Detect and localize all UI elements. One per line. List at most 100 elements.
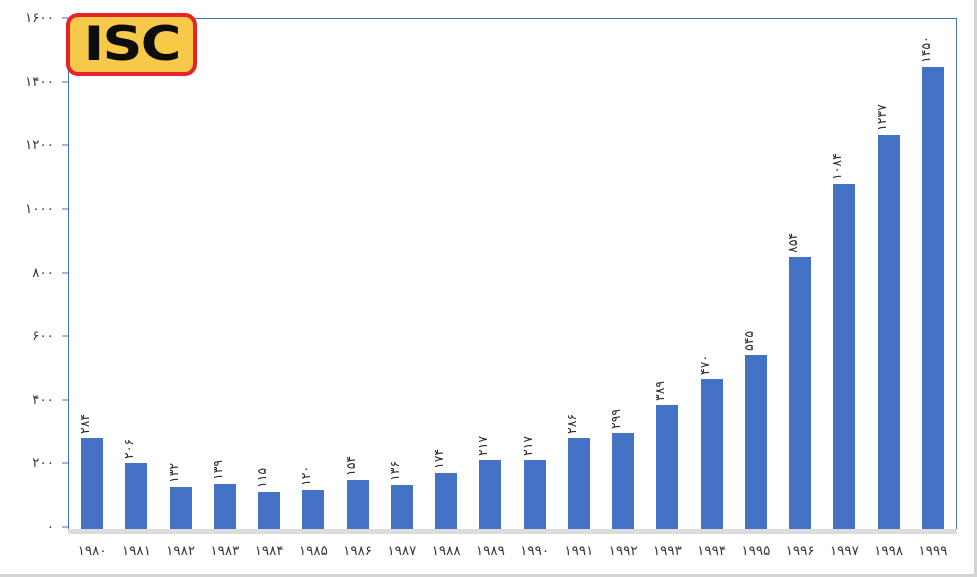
- bar-value-label: ۴۷۰: [696, 354, 712, 376]
- bar[interactable]: ۸۵۴: [785, 233, 812, 529]
- bar[interactable]: ۲۸۴: [77, 414, 104, 529]
- bar-value-label: ۱۳۹: [209, 460, 225, 481]
- x-axis-tick-label: ۱۹۸۳: [210, 543, 240, 559]
- x-axis-tick-label: ۱۹۸۲: [166, 543, 196, 559]
- x-axis-tick-label: ۱۹۹۱: [564, 543, 594, 559]
- bar-slot: ۱۴۵۰: [911, 20, 955, 529]
- x-axis-tick-label: ۱۹۸۵: [298, 543, 328, 559]
- x-axis-tick-label: ۱۹۹۹: [918, 543, 948, 559]
- y-axis-tick-label: ۶۰۰: [32, 328, 54, 345]
- bar-value-label: ۲۱۷: [475, 435, 491, 456]
- bar[interactable]: ۱۲۳۷: [874, 104, 900, 529]
- bar[interactable]: ۱۳۲: [166, 462, 192, 529]
- x-axis-slot: ۱۹۸۰: [70, 536, 114, 559]
- x-axis-tick-label: ۱۹۹۴: [697, 543, 727, 559]
- y-axis-tick-label: ۰: [46, 519, 54, 535]
- bar-value-label: ۱۴۵۰: [917, 36, 933, 64]
- bar-value-label: ۱۲۰: [298, 466, 314, 487]
- bar[interactable]: ۱۲۰: [298, 466, 325, 529]
- bar-slot: ۱۳۲: [159, 20, 203, 529]
- bar-value-label: ۱۷۴: [431, 449, 447, 470]
- bar[interactable]: ۲۰۶: [121, 439, 148, 529]
- x-axis-tick-label: ۱۹۸۱: [121, 543, 151, 559]
- bar-value-label: ۱۱۵: [254, 467, 270, 489]
- bar[interactable]: ۳۸۹: [652, 381, 679, 529]
- bar-slot: ۱۲۳۷: [867, 20, 911, 529]
- bar-value-label: ۱۰۸۴: [829, 152, 845, 180]
- bar-value-label: ۲۸۶: [563, 413, 579, 434]
- bar[interactable]: ۲۱۷: [520, 435, 546, 529]
- x-axis-tick-label: ۱۹۸۰: [77, 543, 107, 559]
- y-axis-tick-label: ۱۲۰۰: [24, 137, 54, 154]
- y-axis-tick-label: ۸۰۰: [32, 264, 54, 281]
- bar[interactable]: ۱۰۸۴: [829, 153, 856, 529]
- isc-logo-text: ISC: [83, 17, 182, 72]
- bar-slot: ۵۴۵: [734, 20, 778, 529]
- bar[interactable]: ۱۵۴: [343, 455, 369, 529]
- axis-baseline-shadow: [68, 529, 957, 534]
- isc-logo: ISC: [66, 13, 197, 76]
- bar[interactable]: ۲۸۶: [564, 413, 590, 529]
- x-axis-slot: ۱۹۹۲: [601, 536, 645, 559]
- y-axis-tick-label: ۴۰۰: [32, 391, 54, 408]
- bar-value-label: ۲۸۴: [77, 414, 93, 435]
- x-axis-tick-label: ۱۹۹۶: [785, 543, 815, 559]
- x-axis-slot: ۱۹۹۶: [778, 536, 822, 559]
- x-axis-tick-label: ۱۹۹۷: [829, 543, 859, 559]
- bar-slot: ۱۱۵: [247, 20, 291, 529]
- bar-value-label: ۱۳۶: [386, 461, 402, 482]
- bar[interactable]: ۲۱۷: [475, 435, 502, 529]
- x-axis-tick-label: ۱۹۸۶: [343, 543, 373, 559]
- x-axis-slot: ۱۹۹۸: [867, 536, 911, 559]
- y-axis-tick-label: ۲۰۰: [32, 455, 54, 472]
- bar[interactable]: ۲۹۹: [608, 409, 635, 529]
- x-axis-slot: ۱۹۹۰: [513, 536, 557, 559]
- x-axis-slot: ۱۹۸۴: [247, 536, 291, 559]
- bar-value-label: ۲۱۷: [519, 435, 535, 456]
- x-axis-tick-label: ۱۹۹۰: [520, 543, 550, 559]
- x-axis-slot: ۱۹۸۸: [424, 536, 468, 559]
- bar-slot: ۲۸۴: [70, 20, 114, 529]
- x-axis-tick-label: ۱۹۹۵: [741, 543, 771, 559]
- x-axis-slot: ۱۹۹۹: [911, 536, 955, 559]
- bar[interactable]: ۱۴۵۰: [918, 36, 944, 529]
- bar-slot: ۲۹۹: [601, 20, 645, 529]
- bar-value-label: ۱۳۲: [165, 462, 181, 483]
- x-axis-slot: ۱۹۸۱: [114, 536, 158, 559]
- y-axis: ۱۶۰۰ ۱۴۰۰ ۱۲۰۰ ۱۰۰۰ ۸۰۰ ۶۰۰ ۴۰۰ ۲۰۰ ۰: [0, 10, 68, 535]
- x-axis-slot: ۱۹۹۱: [557, 536, 601, 559]
- bar[interactable]: ۱۳۶: [387, 461, 413, 529]
- bar-slot: ۱۳۹: [203, 20, 247, 529]
- x-axis-tick-label: ۱۹۹۳: [652, 543, 682, 559]
- bar-slot: ۱۳۶: [380, 20, 424, 529]
- bar[interactable]: ۴۷۰: [697, 355, 723, 529]
- bar-value-label: ۱۲۳۷: [873, 104, 889, 132]
- bar-value-label: ۱۵۴: [342, 455, 358, 476]
- x-axis-tick-label: ۱۹۸۷: [387, 543, 417, 559]
- bar[interactable]: ۱۳۹: [210, 460, 236, 529]
- bar-slot: ۱۰۸۴: [822, 20, 866, 529]
- bar[interactable]: ۱۷۴: [431, 449, 458, 529]
- x-axis-tick-label: ۱۹۹۸: [874, 543, 904, 559]
- bar[interactable]: ۵۴۵: [741, 331, 767, 529]
- bar-slot: ۱۵۴: [336, 20, 380, 529]
- y-axis-tick-label: ۱۶۰۰: [24, 10, 54, 26]
- bar-slot: ۳۸۹: [645, 20, 689, 529]
- x-axis-slot: ۱۹۹۳: [645, 536, 689, 559]
- x-axis: ۱۹۸۰ ۱۹۸۱ ۱۹۸۲ ۱۹۸۳ ۱۹۸۴ ۱۹۸۵ ۱۹۸۶ ۱۹۸۷ ۱۹۸۸ ۱۹۸۹…: [70, 536, 955, 577]
- bar[interactable]: ۱۱۵: [254, 468, 281, 529]
- bar-slot: ۸۵۴: [778, 20, 822, 529]
- x-axis-slot: ۱۹۹۴: [690, 536, 734, 559]
- x-axis-slot: ۱۹۹۷: [822, 536, 866, 559]
- x-axis-slot: ۱۹۸۳: [203, 536, 247, 559]
- x-axis-tick-label: ۱۹۸۸: [431, 543, 461, 559]
- bar-value-label: ۳۸۹: [652, 380, 668, 401]
- x-axis-slot: ۱۹۸۹: [468, 536, 512, 559]
- chart-page: ۱۶۰۰ ۱۴۰۰ ۱۲۰۰ ۱۰۰۰ ۸۰۰ ۶۰۰ ۴۰۰ ۲۰۰ ۰ ۲۸۴ ۲۰۶ ۱۳۲ ۱…: [0, 0, 977, 577]
- bar-slot: ۲۰۶: [114, 20, 158, 529]
- x-axis-tick-label: ۱۹۸۹: [475, 543, 505, 559]
- bar-slot: ۲۱۷: [468, 20, 512, 529]
- bar-value-label: ۵۴۵: [740, 331, 756, 352]
- bar-slot: ۲۸۶: [557, 20, 601, 529]
- x-axis-tick-label: ۱۹۸۴: [254, 543, 284, 559]
